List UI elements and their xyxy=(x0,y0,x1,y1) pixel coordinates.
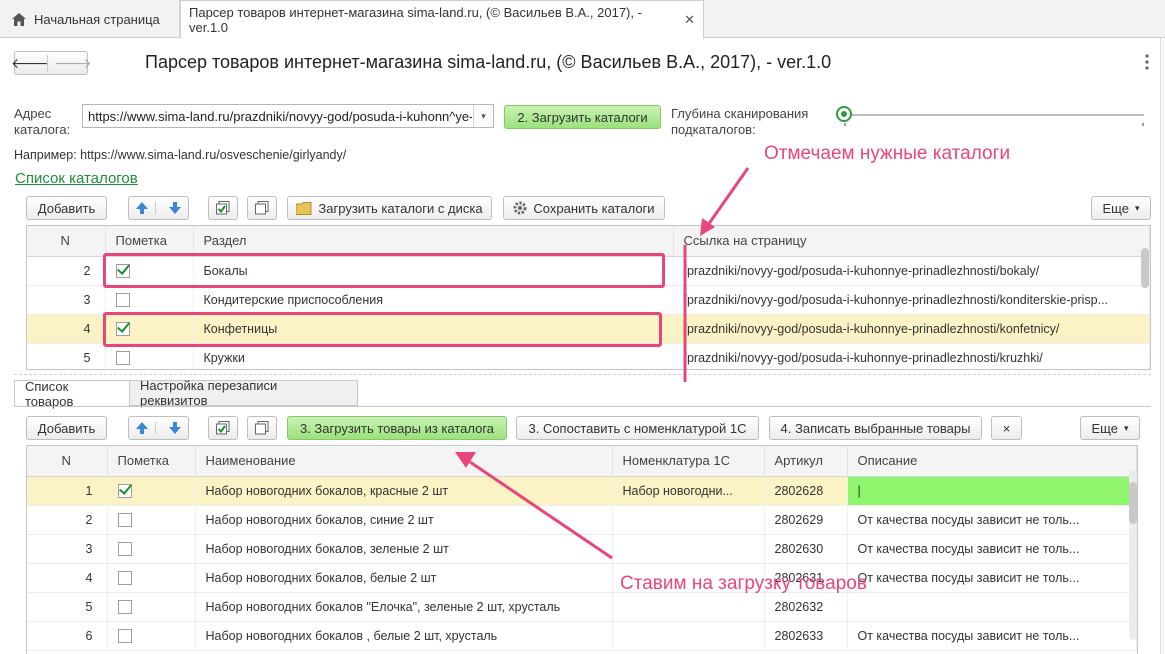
annotation-mark-catalogs: Отмечаем нужные каталоги xyxy=(764,143,1011,164)
annotation-start-loading: Ставим на загрузку товаров xyxy=(620,573,867,594)
annotation-arrow-products xyxy=(469,460,613,560)
annotation-arrows xyxy=(455,167,750,560)
annotation-arrow-catalogs xyxy=(706,167,750,226)
